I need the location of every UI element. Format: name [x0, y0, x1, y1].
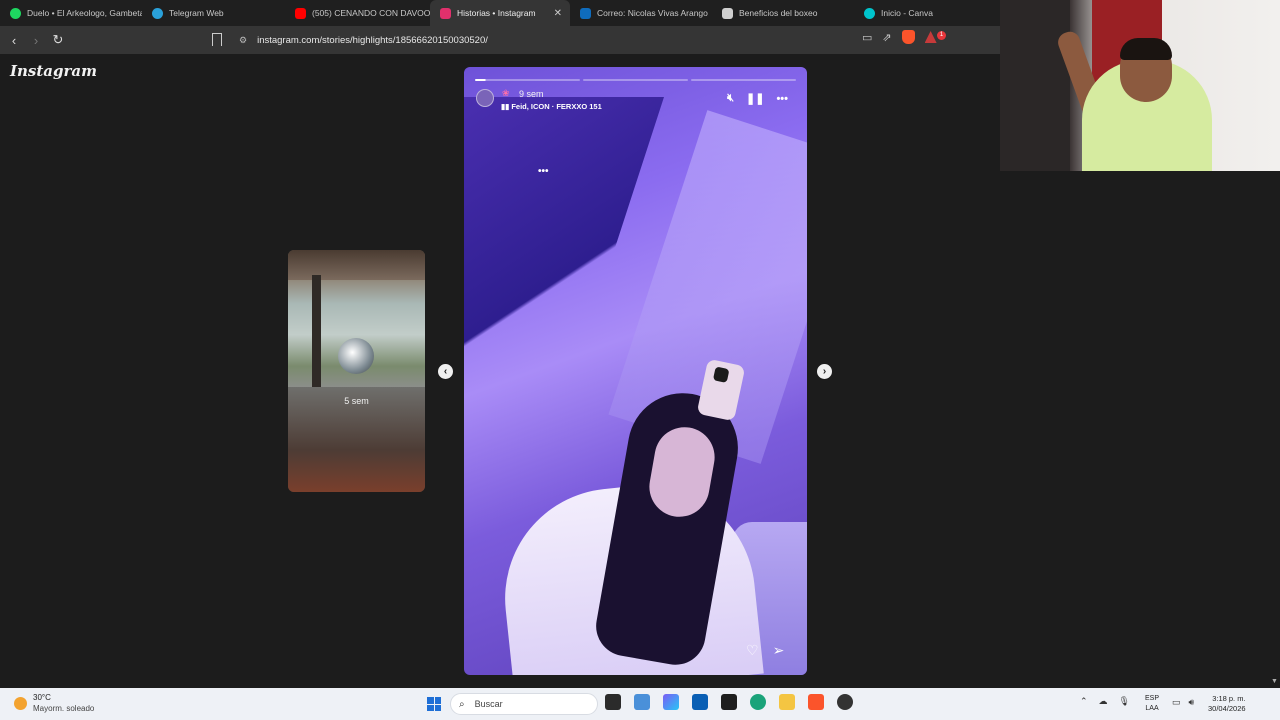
- more-options-icon[interactable]: •••: [776, 93, 788, 105]
- tab-chatgpt[interactable]: Beneficios del boxeo: [712, 0, 854, 26]
- current-story[interactable]: [464, 67, 807, 675]
- tab-label: Telegram Web: [169, 8, 224, 18]
- url-text: instagram.com/stories/highlights/1856662…: [257, 34, 488, 46]
- outlook-icon: [580, 7, 591, 19]
- language-indicator[interactable]: ESP LAA: [1145, 694, 1159, 714]
- like-heart-icon[interactable]: ♡: [746, 642, 759, 659]
- scroll-down-icon[interactable]: ▼: [1271, 678, 1278, 685]
- tab-label: (505) CENANDO CON DAVOO: [312, 8, 430, 18]
- music-bars-icon: ▮▮: [501, 102, 512, 111]
- search-icon: ⌕: [459, 698, 465, 710]
- tab-instagram[interactable]: Historias • Instagram ✕: [430, 0, 570, 26]
- forward-icon[interactable]: ›: [26, 30, 46, 50]
- mute-icon[interactable]: 🔇︎: [727, 92, 734, 105]
- snipping-tool-icon[interactable]: [634, 694, 650, 710]
- reload-icon[interactable]: ↻: [48, 30, 68, 50]
- volume-icon[interactable]: 🔊︎: [1189, 697, 1195, 708]
- tab-canva[interactable]: Inicio - Canva: [854, 0, 990, 26]
- file-explorer-icon[interactable]: [779, 694, 795, 710]
- webcam-hair: [1120, 38, 1172, 60]
- network-icon[interactable]: ▭: [1172, 697, 1181, 708]
- microphone-icon[interactable]: 🎙︎: [1119, 696, 1130, 707]
- share-icon[interactable]: ⇗: [882, 31, 891, 44]
- terminal-icon[interactable]: [721, 694, 737, 710]
- instagram-icon: [440, 7, 451, 19]
- next-story-arrow-icon[interactable]: ›: [817, 364, 832, 379]
- clock-date: 30/04/2026: [1208, 704, 1246, 713]
- story-music[interactable]: ▮▮ Feid, ICON · FERXXO 151: [501, 102, 602, 111]
- taskbar-apps: [605, 694, 853, 710]
- previous-story-time: 5 sem: [344, 396, 369, 406]
- telegram-icon: [152, 7, 163, 19]
- cloud-icon[interactable]: ☁: [1099, 696, 1108, 707]
- webcam-overlay: [1000, 0, 1280, 171]
- tab-telegram[interactable]: Telegram Web: [142, 0, 285, 26]
- flower-icon: ❀: [502, 88, 510, 98]
- taskbar-search[interactable]: ⌕ Buscar: [450, 693, 598, 715]
- tab-label: Inicio - Canva: [881, 8, 933, 18]
- obs-icon[interactable]: [837, 694, 853, 710]
- previous-story-preview[interactable]: 5 sem: [288, 250, 425, 492]
- sun-icon: [14, 697, 27, 710]
- progress-segment: [583, 79, 688, 81]
- story-controls: 🔇︎ ❚❚ •••: [727, 92, 788, 105]
- tab-label: Beneficios del boxeo: [739, 8, 818, 18]
- story-image-pillar: [312, 275, 321, 395]
- prev-story-arrow-icon[interactable]: ‹: [438, 364, 453, 379]
- tab-label: Correo: Nicolas Vivas Arango: [597, 8, 708, 18]
- story-time: 9 sem: [519, 89, 544, 99]
- notification-badge: 1: [937, 31, 946, 40]
- scrollbar[interactable]: [1270, 171, 1280, 688]
- lang-line2: LAA: [1145, 705, 1159, 712]
- site-settings-icon[interactable]: ⚙: [239, 35, 247, 46]
- instagram-logo[interactable]: Instagram: [10, 62, 97, 80]
- weather-temp: 30°C: [33, 693, 51, 702]
- toolbar-actions: ▭ ⇗: [862, 30, 937, 44]
- ellipsis-icon: •••: [538, 166, 549, 177]
- story-header: ❀ 9 sem ▮▮ Feid, ICON · FERXXO 151 🔇︎ ❚❚…: [476, 88, 796, 112]
- back-icon[interactable]: ‹: [4, 30, 24, 50]
- progress-segment: [475, 79, 580, 81]
- pause-icon[interactable]: ❚❚: [746, 92, 764, 105]
- brave-browser-icon[interactable]: [808, 694, 824, 710]
- bookmark-icon[interactable]: [212, 33, 222, 46]
- story-footer: ♡ ➢: [746, 642, 784, 659]
- story-progress: [475, 79, 796, 81]
- tab-spotify[interactable]: Duelo • El Arkeologo, Gambeta: [0, 0, 142, 26]
- search-placeholder: Buscar: [474, 699, 503, 709]
- tab-label: Historias • Instagram: [457, 8, 536, 18]
- close-tab-icon[interactable]: ✕: [546, 8, 562, 19]
- story-image-mirror: [338, 338, 374, 374]
- tray-status: ▭ 🔊︎: [1172, 697, 1194, 708]
- tab-outlook[interactable]: Correo: Nicolas Vivas Arango: [570, 0, 712, 26]
- chevron-up-icon[interactable]: ⌃: [1080, 696, 1088, 707]
- cast-icon[interactable]: ▭: [862, 31, 872, 44]
- avatar[interactable]: [476, 89, 494, 107]
- lang-line1: ESP: [1145, 695, 1160, 702]
- store-icon[interactable]: [692, 694, 708, 710]
- spotify-icon: [10, 7, 21, 19]
- youtube-icon: [295, 7, 306, 19]
- weather-widget[interactable]: 30°C Mayorm. soleado: [14, 693, 114, 715]
- story-music-text: Feid, ICON · FERXXO 151: [511, 102, 602, 111]
- brave-rewards-icon[interactable]: [924, 31, 937, 43]
- tab-label: Duelo • El Arkeologo, Gambeta: [27, 8, 142, 18]
- tab-youtube[interactable]: (505) CENANDO CON DAVOO: [285, 0, 430, 26]
- weather-desc: Mayorm. soleado: [33, 704, 95, 713]
- progress-segment: [691, 79, 796, 81]
- story-image-roof: [288, 250, 425, 280]
- edge-icon[interactable]: [750, 694, 766, 710]
- windows-start-icon[interactable]: [427, 697, 441, 711]
- address-bar[interactable]: ⚙ instagram.com/stories/highlights/18566…: [233, 30, 953, 50]
- system-tray: ⌃ ☁ 🎙︎: [1080, 696, 1130, 707]
- brave-shields-icon[interactable]: [901, 30, 915, 44]
- webcam-door: [1000, 0, 1070, 171]
- chatgpt-icon: [722, 7, 733, 19]
- send-icon[interactable]: ➢: [773, 642, 785, 659]
- canva-icon: [864, 7, 875, 19]
- clock[interactable]: 3:18 p. m. 30/04/2026: [1208, 694, 1246, 714]
- copilot-icon[interactable]: [663, 694, 679, 710]
- clock-time: 3:18 p. m.: [1212, 694, 1246, 703]
- task-view-icon[interactable]: [605, 694, 621, 710]
